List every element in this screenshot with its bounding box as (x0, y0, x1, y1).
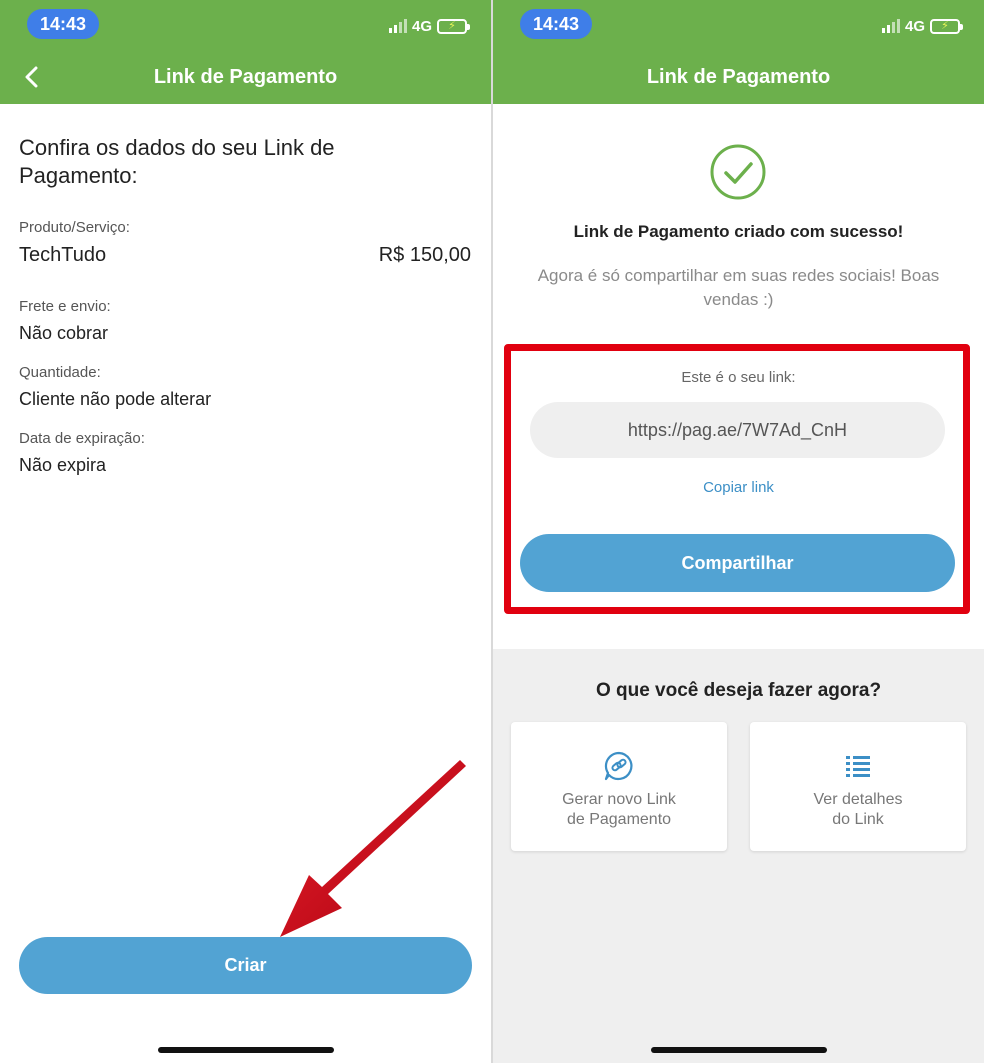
confirm-title: Confira os dados do seu Link de Pagament… (19, 135, 335, 188)
product-label: Produto/Serviço: (19, 219, 130, 236)
quantity-label: Quantidade: (19, 364, 101, 381)
home-indicator (650, 1047, 827, 1053)
next-steps-title: O que você deseja fazer agora? (595, 680, 882, 701)
link-url-field[interactable]: https://pag.ae/7W7Ad_CnH (530, 402, 945, 458)
shipping-label: Frete e envio: (19, 298, 111, 315)
list-icon (846, 756, 870, 777)
share-button[interactable]: Compartilhar (520, 534, 955, 592)
create-button[interactable]: Criar (19, 937, 472, 994)
new-link-card[interactable]: Gerar novo Link de Pagamento (511, 722, 727, 851)
expiration-value: Não expira (19, 455, 107, 475)
shipping-value: Não cobrar (19, 323, 109, 343)
copy-link-button[interactable]: Copiar link (493, 479, 984, 496)
link-details-card-label: Ver detalhes do Link (813, 791, 903, 828)
status-time: 14:43 (27, 9, 99, 39)
signal-icon (388, 19, 407, 33)
quantity-value: Cliente não pode alterar (19, 389, 212, 409)
link-details-card[interactable]: Ver detalhes do Link (750, 722, 966, 851)
battery-icon: ⚡ (437, 18, 470, 34)
header-title: Link de Pagamento (153, 66, 338, 88)
chat-link-icon (604, 751, 633, 781)
red-arrow-icon (280, 760, 466, 937)
network-type: 4G (411, 17, 432, 35)
product-value: TechTudo (19, 244, 107, 266)
header-title: Link de Pagamento (646, 66, 831, 88)
link-label: Este é o seu link: (681, 369, 796, 386)
app-header: 14:43 4G ⚡ Link de Pagamento (0, 0, 491, 104)
expiration-label: Data de expiração: (19, 430, 145, 447)
home-indicator (157, 1047, 334, 1053)
status-icons: 4G ⚡ (388, 17, 470, 35)
battery-icon: ⚡ (930, 18, 963, 34)
signal-icon (881, 19, 900, 33)
product-price: R$ 150,00 (378, 244, 471, 266)
status-time: 14:43 (520, 9, 592, 39)
confirm-screen: 14:43 4G ⚡ Link de Pagamento Confira os … (0, 0, 491, 1063)
success-screen: 14:43 4G ⚡ Link de Pagamento Link de Pag… (493, 0, 984, 1063)
new-link-card-label: Gerar novo Link de Pagamento (562, 791, 676, 828)
success-subtitle: Agora é só compartilhar em suas redes so… (537, 266, 940, 309)
app-header: 14:43 4G ⚡ Link de Pagamento (493, 0, 984, 104)
success-title: Link de Pagamento criado com sucesso! (573, 222, 904, 241)
check-circle-icon (710, 144, 766, 200)
status-icons: 4G ⚡ (881, 17, 963, 35)
network-type: 4G (904, 17, 925, 35)
